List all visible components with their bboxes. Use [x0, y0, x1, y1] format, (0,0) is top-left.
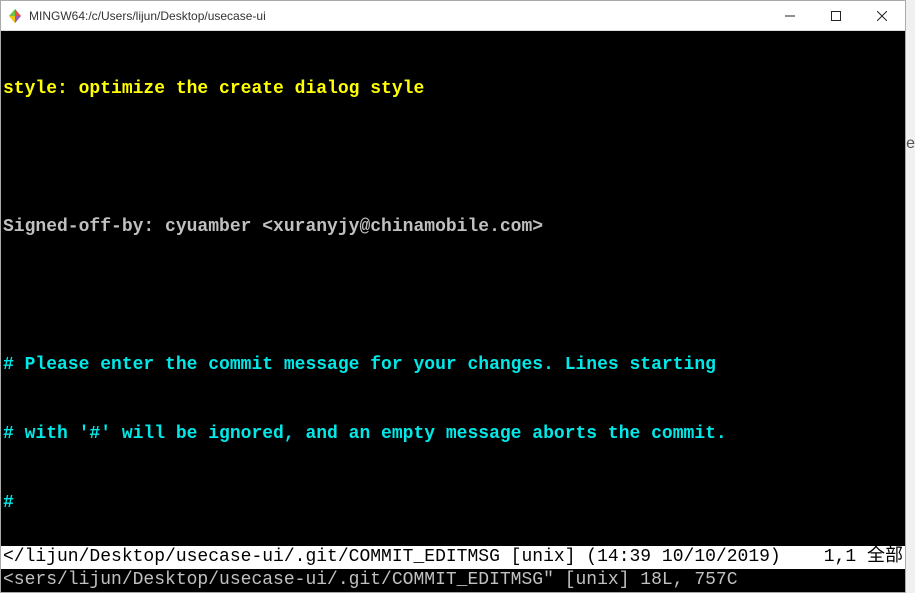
- window-title: MINGW64:/c/Users/lijun/Desktop/usecase-u…: [29, 9, 767, 23]
- comment-line: # Please enter the commit message for yo…: [3, 354, 903, 377]
- close-button[interactable]: [859, 1, 905, 31]
- comment-line: # with '#' will be ignored, and an empty…: [3, 423, 903, 446]
- commit-subject: style: optimize the create dialog style: [3, 78, 903, 101]
- background-fragment: e: [906, 135, 915, 153]
- blank-line: [3, 147, 903, 170]
- statusline-right: 1,1 全部: [824, 546, 903, 569]
- titlebar[interactable]: MINGW64:/c/Users/lijun/Desktop/usecase-u…: [1, 1, 905, 31]
- vim-cmdline: <sers/lijun/Desktop/usecase-ui/.git/COMM…: [1, 569, 905, 592]
- vim-statusline: </lijun/Desktop/usecase-ui/.git/COMMIT_E…: [1, 546, 905, 569]
- blank-line: [3, 285, 903, 308]
- statusline-left: </lijun/Desktop/usecase-ui/.git/COMMIT_E…: [3, 546, 824, 569]
- window-controls: [767, 1, 905, 31]
- terminal-viewport[interactable]: style: optimize the create dialog style …: [1, 31, 905, 546]
- signed-off-line: Signed-off-by: cyuamber <xuranyjy@chinam…: [3, 216, 903, 239]
- comment-line: #: [3, 492, 903, 515]
- maximize-button[interactable]: [813, 1, 859, 31]
- app-icon: [7, 8, 23, 24]
- app-window: MINGW64:/c/Users/lijun/Desktop/usecase-u…: [0, 0, 906, 593]
- minimize-button[interactable]: [767, 1, 813, 31]
